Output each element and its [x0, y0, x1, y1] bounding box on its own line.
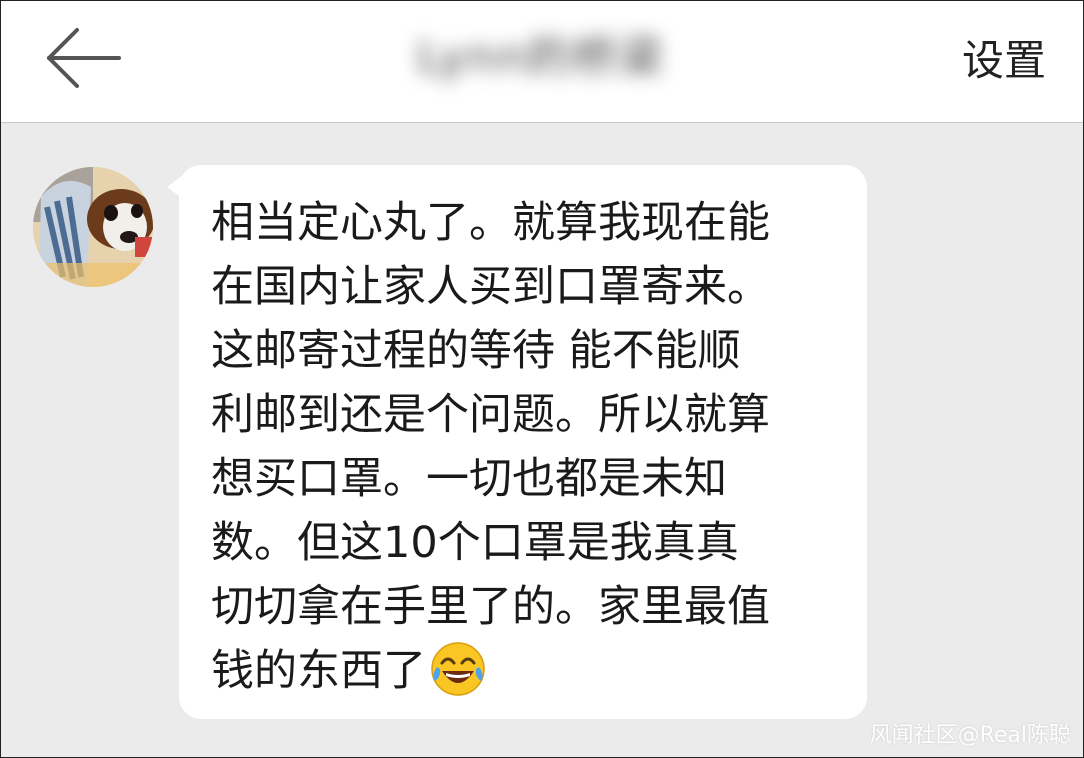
message-line: 想买口罩。一切也都是未知: [211, 454, 727, 504]
back-button[interactable]: [45, 27, 123, 89]
message-line: 利邮到还是个问题。所以就算: [211, 390, 770, 440]
chat-screen: Lynn的桥梁 设置 相当定心丸了。就算我现在能 在国内让家人买到口罩寄来。 这邮寄…: [0, 0, 1084, 758]
message-line: 数。但这10个口罩是我真真: [211, 518, 739, 568]
dog-avatar: [33, 167, 153, 287]
message-line: 钱的东西了: [211, 646, 426, 696]
message-line: 切切拿在手里了的。家里最值: [211, 582, 770, 632]
laughing-crying-emoji-icon: [431, 642, 485, 696]
top-bar: Lynn的桥梁 设置: [1, 1, 1083, 123]
settings-button[interactable]: 设置: [962, 31, 1046, 91]
message-line: 相当定心丸了。就算我现在能: [211, 198, 770, 248]
avatar[interactable]: [33, 167, 153, 287]
arrow-left-icon: [47, 28, 121, 88]
chat-title: Lynn的桥梁: [416, 32, 666, 83]
message-line: 这邮寄过程的等待 能不能顺: [211, 326, 741, 376]
chat-area[interactable]: 相当定心丸了。就算我现在能 在国内让家人买到口罩寄来。 这邮寄过程的等待 能不能顺利…: [1, 123, 1083, 757]
message-line: 在国内让家人买到口罩寄来。: [211, 262, 770, 312]
watermark: 风闻社区@Real陈聪: [869, 723, 1071, 748]
message-bubble[interactable]: 相当定心丸了。就算我现在能 在国内让家人买到口罩寄来。 这邮寄过程的等待 能不能顺利…: [179, 165, 867, 719]
message-text: 相当定心丸了。就算我现在能 在国内让家人买到口罩寄来。 这邮寄过程的等待 能不能顺利…: [211, 191, 851, 703]
